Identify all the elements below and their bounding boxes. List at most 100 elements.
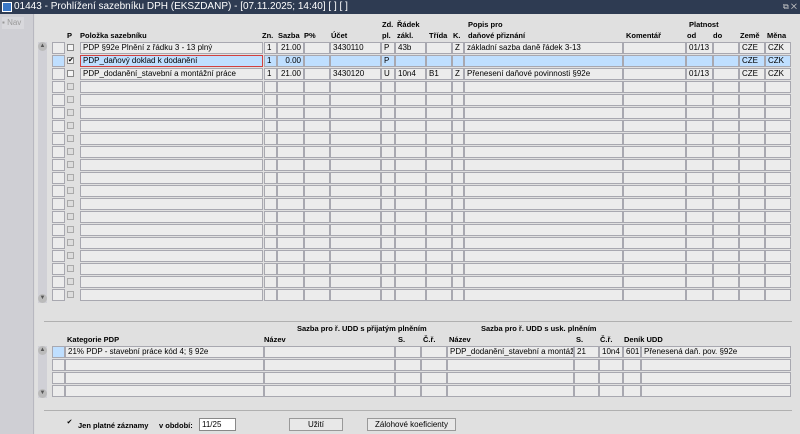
cell-k[interactable]: [452, 146, 464, 158]
cell-od[interactable]: [686, 250, 713, 262]
row-marker[interactable]: [52, 263, 65, 275]
cell-zn[interactable]: [264, 198, 277, 210]
cell-trida[interactable]: [426, 81, 452, 93]
cell-popis[interactable]: [464, 250, 623, 262]
row-marker[interactable]: [52, 372, 65, 384]
cell-zn[interactable]: [264, 133, 277, 145]
cell-komentar[interactable]: [623, 133, 686, 145]
cell-zeme[interactable]: CZE: [739, 68, 765, 80]
cell-zd[interactable]: [381, 276, 395, 288]
cell-mena[interactable]: CZK: [765, 55, 791, 67]
cell-pp[interactable]: [304, 276, 330, 288]
cell-popis[interactable]: [464, 224, 623, 236]
cell-sazba[interactable]: [277, 289, 304, 301]
cell-od[interactable]: 01/13: [686, 68, 713, 80]
cell-zd[interactable]: P: [381, 42, 395, 54]
row-marker[interactable]: [52, 42, 65, 54]
cell-trida[interactable]: [426, 250, 452, 262]
top-grid-scrollbar[interactable]: ▲ ▼: [38, 42, 47, 303]
cell-s1[interactable]: [395, 359, 421, 371]
cell-zd[interactable]: [381, 211, 395, 223]
cell-radek[interactable]: [395, 237, 426, 249]
cell-k[interactable]: [452, 159, 464, 171]
cell-do[interactable]: [713, 198, 739, 210]
cell-cr1[interactable]: [421, 372, 447, 384]
cell-ucet[interactable]: 3430110: [330, 42, 381, 54]
cell-radek[interactable]: [395, 94, 426, 106]
row-checkbox[interactable]: [67, 226, 74, 233]
cell-komentar[interactable]: [623, 146, 686, 158]
cell-k[interactable]: [452, 198, 464, 210]
cell-komentar[interactable]: [623, 94, 686, 106]
cell-cr1[interactable]: [421, 359, 447, 371]
cell-radek[interactable]: [395, 276, 426, 288]
row-checkbox[interactable]: [67, 252, 74, 259]
cell-mena[interactable]: [765, 211, 791, 223]
cell-od[interactable]: [686, 159, 713, 171]
cell-polozka[interactable]: PDP_dodanění_stavební a montážní práce: [80, 68, 263, 80]
only-valid-checkbox[interactable]: ✔: [66, 419, 73, 427]
cell-sazba[interactable]: [277, 250, 304, 262]
cell-ucet[interactable]: [330, 276, 381, 288]
cell-ucet[interactable]: [330, 94, 381, 106]
cell-zn[interactable]: [264, 224, 277, 236]
cell-ucet[interactable]: [330, 172, 381, 184]
cell-do[interactable]: [713, 81, 739, 93]
cell-komentar[interactable]: [623, 237, 686, 249]
cell-mena[interactable]: [765, 263, 791, 275]
cell-komentar[interactable]: [623, 159, 686, 171]
cell-komentar[interactable]: [623, 42, 686, 54]
cell-pp[interactable]: [304, 42, 330, 54]
cell-mena[interactable]: CZK: [765, 68, 791, 80]
cell-pp[interactable]: [304, 198, 330, 210]
cell-radek[interactable]: [395, 172, 426, 184]
cell-kategorie[interactable]: 21% PDP - stavební práce kód 4; § 92e: [65, 346, 264, 358]
cell-radek[interactable]: [395, 133, 426, 145]
cell-sazba[interactable]: [277, 224, 304, 236]
cell-zeme[interactable]: [739, 289, 765, 301]
cell-zd[interactable]: [381, 250, 395, 262]
cell-popis[interactable]: [464, 81, 623, 93]
cell-pp[interactable]: [304, 120, 330, 132]
row-marker[interactable]: [52, 133, 65, 145]
cell-zeme[interactable]: [739, 133, 765, 145]
cell-radek[interactable]: 10n4: [395, 68, 426, 80]
cell-k[interactable]: [452, 172, 464, 184]
cell-zeme[interactable]: [739, 263, 765, 275]
cell-denik[interactable]: [623, 385, 641, 397]
cell-cr1[interactable]: [421, 346, 447, 358]
cell-s2[interactable]: 21: [574, 346, 599, 358]
cell-sazba[interactable]: [277, 159, 304, 171]
row-checkbox[interactable]: [67, 70, 74, 77]
row-marker[interactable]: [52, 172, 65, 184]
row-checkbox[interactable]: [67, 200, 74, 207]
cell-komentar[interactable]: [623, 276, 686, 288]
row-checkbox[interactable]: [67, 187, 74, 194]
cell-polozka[interactable]: PDP §92e Plnění z řádku 3 - 13 plný: [80, 42, 263, 54]
cell-od[interactable]: [686, 237, 713, 249]
cell-s1[interactable]: [395, 346, 421, 358]
cell-pp[interactable]: [304, 55, 330, 67]
cell-pp[interactable]: [304, 250, 330, 262]
cell-mena[interactable]: [765, 133, 791, 145]
cell-s2[interactable]: [574, 372, 599, 384]
cell-k[interactable]: [452, 133, 464, 145]
cell-polozka[interactable]: [80, 263, 263, 275]
row-marker[interactable]: [52, 55, 65, 67]
cell-polozka[interactable]: [80, 211, 263, 223]
cell-do[interactable]: [713, 237, 739, 249]
cell-mena[interactable]: [765, 237, 791, 249]
cell-polozka[interactable]: [80, 276, 263, 288]
cell-popis[interactable]: [464, 172, 623, 184]
cell-k[interactable]: [452, 237, 464, 249]
cell-trida[interactable]: [426, 133, 452, 145]
cell-zeme[interactable]: [739, 237, 765, 249]
cell-k[interactable]: [452, 94, 464, 106]
cell-mena[interactable]: [765, 120, 791, 132]
cell-zd[interactable]: [381, 289, 395, 301]
cell-sazba[interactable]: [277, 107, 304, 119]
cell-denik_text[interactable]: [641, 372, 791, 384]
row-checkbox[interactable]: [67, 174, 74, 181]
coefficients-button[interactable]: Zálohové koeficienty: [367, 418, 456, 431]
row-checkbox[interactable]: [67, 44, 74, 51]
